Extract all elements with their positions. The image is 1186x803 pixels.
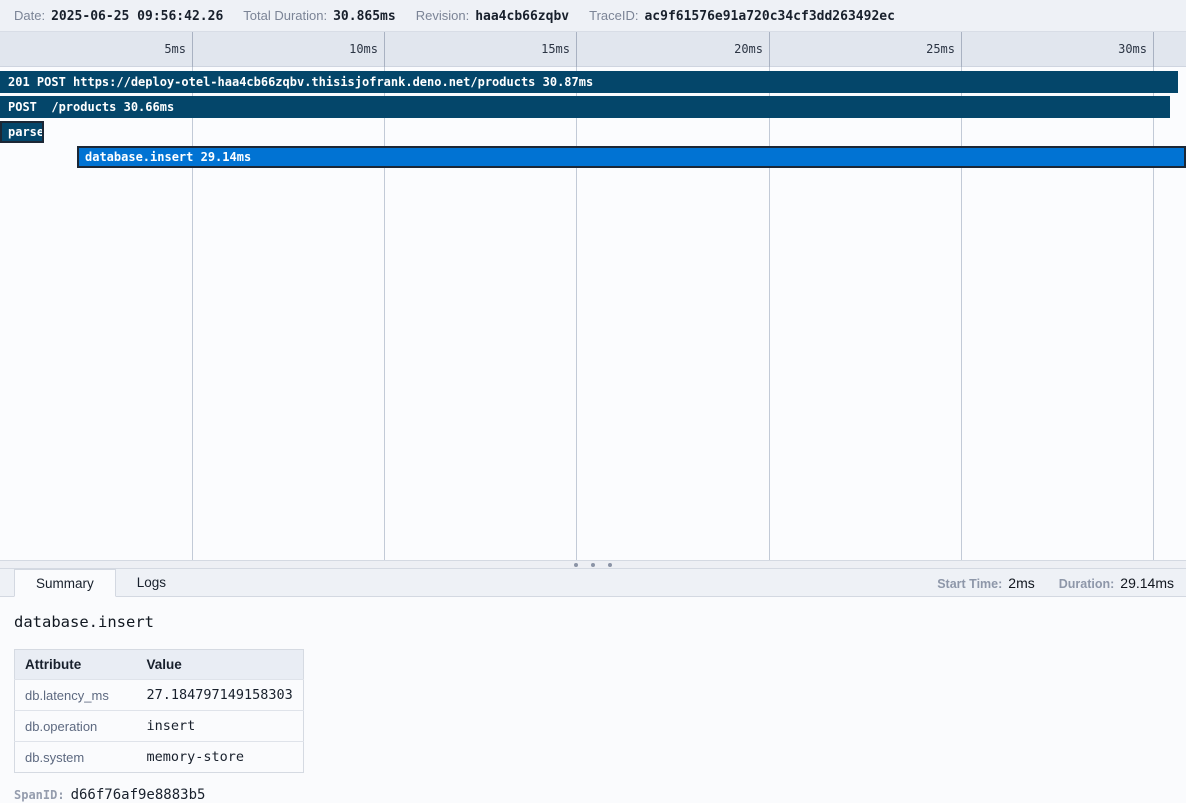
- meta-item: Start Time: 2ms: [937, 575, 1035, 591]
- info-item: Total Duration: 30.865ms: [243, 8, 395, 24]
- value-column-header: Value: [137, 650, 304, 680]
- timeline-gridline-header: [192, 32, 193, 67]
- spanid-label: SpanID:: [14, 788, 65, 802]
- timeline-tick-label: 15ms: [500, 42, 570, 56]
- span-bar-http-root[interactable]: 201 POST https://deploy-otel-haa4cb66zqb…: [0, 71, 1178, 93]
- attribute-column-header: Attribute: [15, 650, 137, 680]
- timeline-tick-label: 20ms: [693, 42, 763, 56]
- resize-dot: [574, 563, 578, 567]
- panel-resize-handle[interactable]: [0, 560, 1186, 569]
- info-value: 2025-06-25 09:56:42.26: [51, 9, 223, 24]
- timeline-tick-label: 10ms: [308, 42, 378, 56]
- attribute-value-cell: insert: [137, 711, 304, 742]
- meta-label: Duration:: [1059, 577, 1115, 591]
- span-meta: Start Time: 2ms Duration: 29.14ms: [937, 569, 1186, 596]
- info-value: 30.865ms: [333, 9, 396, 24]
- span-title: database.insert: [14, 613, 1172, 631]
- span-bar-parse[interactable]: parse.: [0, 121, 44, 143]
- timeline-gridline-header: [384, 32, 385, 67]
- timeline-tick-label: 5ms: [116, 42, 186, 56]
- meta-value: 29.14ms: [1120, 575, 1174, 591]
- trace-waterfall: 5ms 10ms 15ms 20ms 25ms 30ms 201 POST https://…: [0, 32, 1186, 560]
- info-label: Total Duration:: [243, 8, 327, 23]
- timeline-gridline-header: [1153, 32, 1154, 67]
- spanid-value: d66f76af9e8883b5: [71, 787, 206, 803]
- attribute-name-cell: db.system: [15, 742, 137, 773]
- table-row: db.operationinsert: [15, 711, 304, 742]
- info-item: Date: 2025-06-25 09:56:42.26: [14, 8, 223, 24]
- info-label: Date:: [14, 8, 45, 23]
- tab-summary[interactable]: Summary: [14, 569, 116, 597]
- resize-dot: [591, 563, 595, 567]
- timeline-gridline-header: [769, 32, 770, 67]
- trace-info-bar: Date: 2025-06-25 09:56:42.26 Total Duratio…: [0, 0, 1186, 32]
- spanid-line: SpanID: d66f76af9e8883b5: [14, 787, 1172, 803]
- resize-dot: [608, 563, 612, 567]
- info-label: TraceID:: [589, 8, 638, 23]
- timeline-tick-label: 30ms: [1077, 42, 1147, 56]
- meta-item: Duration: 29.14ms: [1059, 575, 1174, 591]
- table-row: db.latency_ms27.184797149158303: [15, 680, 304, 711]
- summary-panel: database.insert Attribute Value db.laten…: [0, 597, 1186, 802]
- info-value: haa4cb66zqbv: [475, 9, 569, 24]
- span-bar-database-insert[interactable]: database.insert 29.14ms: [77, 146, 1186, 168]
- timeline-tick-label: 25ms: [885, 42, 955, 56]
- info-item: TraceID: ac9f61576e91a720c34cf3dd263492ec: [589, 8, 895, 24]
- meta-value: 2ms: [1008, 575, 1034, 591]
- attribute-value-cell: 27.184797149158303: [137, 680, 304, 711]
- tab-logs[interactable]: Logs: [116, 569, 187, 596]
- info-label: Revision:: [416, 8, 469, 23]
- span-bar-post-products[interactable]: POST /products 30.66ms: [0, 96, 1170, 118]
- attribute-name-cell: db.latency_ms: [15, 680, 137, 711]
- attribute-value-cell: memory-store: [137, 742, 304, 773]
- detail-tab-bar: SummaryLogs Start Time: 2ms Duration: 29.14m…: [0, 569, 1186, 597]
- timeline-gridline-header: [961, 32, 962, 67]
- attribute-table: Attribute Value db.latency_ms27.18479714…: [14, 649, 304, 773]
- info-item: Revision: haa4cb66zqbv: [416, 8, 569, 24]
- attribute-name-cell: db.operation: [15, 711, 137, 742]
- meta-label: Start Time:: [937, 577, 1002, 591]
- timeline-gridline-header: [576, 32, 577, 67]
- table-row: db.systemmemory-store: [15, 742, 304, 773]
- info-value: ac9f61576e91a720c34cf3dd263492ec: [644, 9, 894, 24]
